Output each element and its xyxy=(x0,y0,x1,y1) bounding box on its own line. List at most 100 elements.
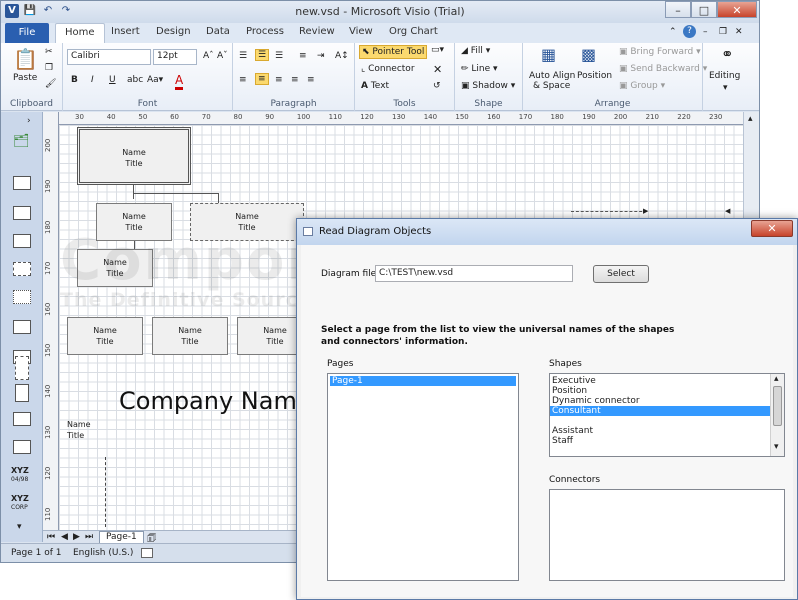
select-button[interactable]: Select xyxy=(593,265,649,283)
auto-align-icon[interactable]: ▦ xyxy=(541,45,556,64)
diagram-file-field[interactable]: C:\TEST\new.vsd xyxy=(375,265,573,282)
expand-shapes-icon[interactable]: › xyxy=(27,116,31,126)
name-title-text[interactable]: Name Title xyxy=(67,419,91,441)
bold-icon[interactable]: B xyxy=(71,75,78,85)
copy-icon[interactable]: ❐ xyxy=(45,63,53,73)
minimize-ribbon-icon[interactable]: ⌃ xyxy=(669,27,677,37)
grow-font-icon[interactable]: Aˆ xyxy=(203,51,214,61)
tab-view[interactable]: View xyxy=(349,26,373,37)
tab-data[interactable]: Data xyxy=(206,26,230,37)
fill-button[interactable]: ◢ Fill ▾ xyxy=(461,46,490,56)
staff-shape[interactable]: Name Title xyxy=(152,317,228,355)
stencil-scroll-down-icon[interactable]: ▾ xyxy=(17,522,22,532)
send-backward-button[interactable]: ▣ Send Backward ▾ xyxy=(619,64,707,74)
list-item[interactable]: Executive xyxy=(550,376,784,386)
scroll-up-icon[interactable]: ▴ xyxy=(774,374,779,384)
bullets-icon[interactable]: ≡ xyxy=(299,51,307,61)
status-page-count[interactable]: Page 1 of 1 xyxy=(11,548,62,558)
list-item[interactable]: Position xyxy=(550,386,784,396)
doc-restore-icon[interactable]: ❐ xyxy=(719,27,727,37)
list-item[interactable] xyxy=(550,416,784,426)
shapes-list[interactable]: Executive Position Dynamic connector Con… xyxy=(549,373,785,457)
change-case-icon[interactable]: Aa▾ xyxy=(147,75,163,85)
cut-icon[interactable]: ✂ xyxy=(45,47,53,57)
bring-forward-button[interactable]: ▣ Bring Forward ▾ xyxy=(619,47,701,57)
shadow-button[interactable]: ▣ Shadow ▾ xyxy=(461,81,515,91)
align-left-icon[interactable]: ≡ xyxy=(239,75,247,85)
position-shape[interactable]: Name Title xyxy=(96,203,172,241)
tab-process[interactable]: Process xyxy=(246,26,284,37)
stencil-three-positions[interactable] xyxy=(15,384,29,402)
consultant-shape[interactable]: Name Title xyxy=(190,203,304,241)
stencil-team-frame[interactable] xyxy=(15,356,29,380)
scroll-down-icon[interactable]: ▾ xyxy=(774,442,779,452)
stencil-multiple-shapes[interactable] xyxy=(13,412,31,426)
doc-minimize-icon[interactable]: – xyxy=(703,27,708,37)
paste-button[interactable]: Paste xyxy=(13,73,37,83)
list-item[interactable]: Assistant xyxy=(550,426,784,436)
text-direction-icon[interactable]: A↕ xyxy=(335,51,349,61)
justify-icon[interactable]: ≡ xyxy=(291,75,299,85)
italic-icon[interactable]: I xyxy=(91,75,94,85)
list-item[interactable]: Dynamic connector xyxy=(550,396,784,406)
paste-icon[interactable]: 📋 xyxy=(13,47,38,71)
stencil-assistant[interactable] xyxy=(13,320,31,334)
align-center-icon[interactable]: ≡ xyxy=(255,73,269,85)
tab-home[interactable]: Home xyxy=(55,23,105,44)
position-button[interactable]: Position xyxy=(577,71,612,81)
company-name-text[interactable]: Company Name xyxy=(119,387,312,415)
first-page-icon[interactable]: ⏮ xyxy=(47,532,55,542)
connector-button[interactable]: ⌞ Connector xyxy=(361,64,415,74)
doc-close-icon[interactable]: ✕ xyxy=(735,27,743,37)
list-item-selected[interactable]: Consultant xyxy=(550,406,770,416)
stencil-executive[interactable] xyxy=(13,176,31,190)
maximize-button[interactable]: □ xyxy=(691,1,717,18)
pages-list[interactable]: Page-1 xyxy=(327,373,519,581)
text-tool-button[interactable]: A Text xyxy=(361,81,389,91)
align-bottom-icon[interactable]: ☰ xyxy=(275,51,283,61)
stencil-icon[interactable]: 🗂 xyxy=(13,134,30,149)
scroll-up-icon[interactable]: ▴ xyxy=(748,114,753,124)
underline-icon[interactable]: U xyxy=(109,75,116,85)
stencil-vacancy[interactable] xyxy=(13,290,31,304)
position-icon[interactable]: ▩ xyxy=(581,45,596,64)
font-color-icon[interactable]: A xyxy=(175,73,184,90)
scroll-thumb[interactable] xyxy=(773,386,782,426)
minimize-button[interactable]: – xyxy=(665,1,691,18)
font-size-select[interactable]: 12pt xyxy=(153,49,197,65)
last-page-icon[interactable]: ⏭ xyxy=(85,532,93,542)
auto-align-button[interactable]: Auto Align xyxy=(529,71,575,81)
strikethrough-icon[interactable]: abc xyxy=(127,75,143,85)
font-name-select[interactable]: Calibri xyxy=(67,49,151,65)
tab-insert[interactable]: Insert xyxy=(111,26,140,37)
dialog-close-button[interactable]: ✕ xyxy=(751,220,793,237)
close-button[interactable]: ✕ xyxy=(717,1,757,18)
next-page-icon[interactable]: ▶ xyxy=(73,532,80,542)
rectangle-tool-icon[interactable]: ▭▾ xyxy=(431,45,444,55)
macro-icon[interactable] xyxy=(141,548,153,558)
prev-page-icon[interactable]: ◀ xyxy=(61,532,68,542)
tab-design[interactable]: Design xyxy=(156,26,191,37)
shrink-font-icon[interactable]: Aˇ xyxy=(217,51,228,61)
stencil-title[interactable] xyxy=(13,440,31,454)
binoculars-icon[interactable]: ⚭ xyxy=(721,45,734,63)
stencil-position[interactable] xyxy=(13,234,31,248)
executive-shape[interactable]: Name Title xyxy=(77,127,191,185)
stencil-manager[interactable] xyxy=(13,206,31,220)
tab-file[interactable]: File xyxy=(5,23,49,43)
status-language[interactable]: English (U.S.) xyxy=(73,548,133,558)
list-item[interactable]: Staff xyxy=(550,436,784,446)
group-button[interactable]: ▣ Group ▾ xyxy=(619,81,665,91)
justify-all-icon[interactable]: ≡ xyxy=(307,75,315,85)
connectors-list[interactable] xyxy=(549,489,785,581)
assistant-shape[interactable]: Name Title xyxy=(77,249,153,287)
staff-shape[interactable]: Name Title xyxy=(67,317,143,355)
align-middle-icon[interactable]: ☰ xyxy=(255,49,270,61)
editing-dropdown-icon[interactable]: ▾ xyxy=(723,83,728,93)
tab-review[interactable]: Review xyxy=(299,26,335,37)
editing-button[interactable]: Editing xyxy=(709,71,740,81)
format-painter-icon[interactable]: 🖌 xyxy=(45,79,56,89)
shapes-list-scrollbar[interactable]: ▴ ▾ xyxy=(770,374,784,456)
align-top-icon[interactable]: ☰ xyxy=(239,51,247,61)
connection-point-icon[interactable]: ↺ xyxy=(433,81,441,91)
